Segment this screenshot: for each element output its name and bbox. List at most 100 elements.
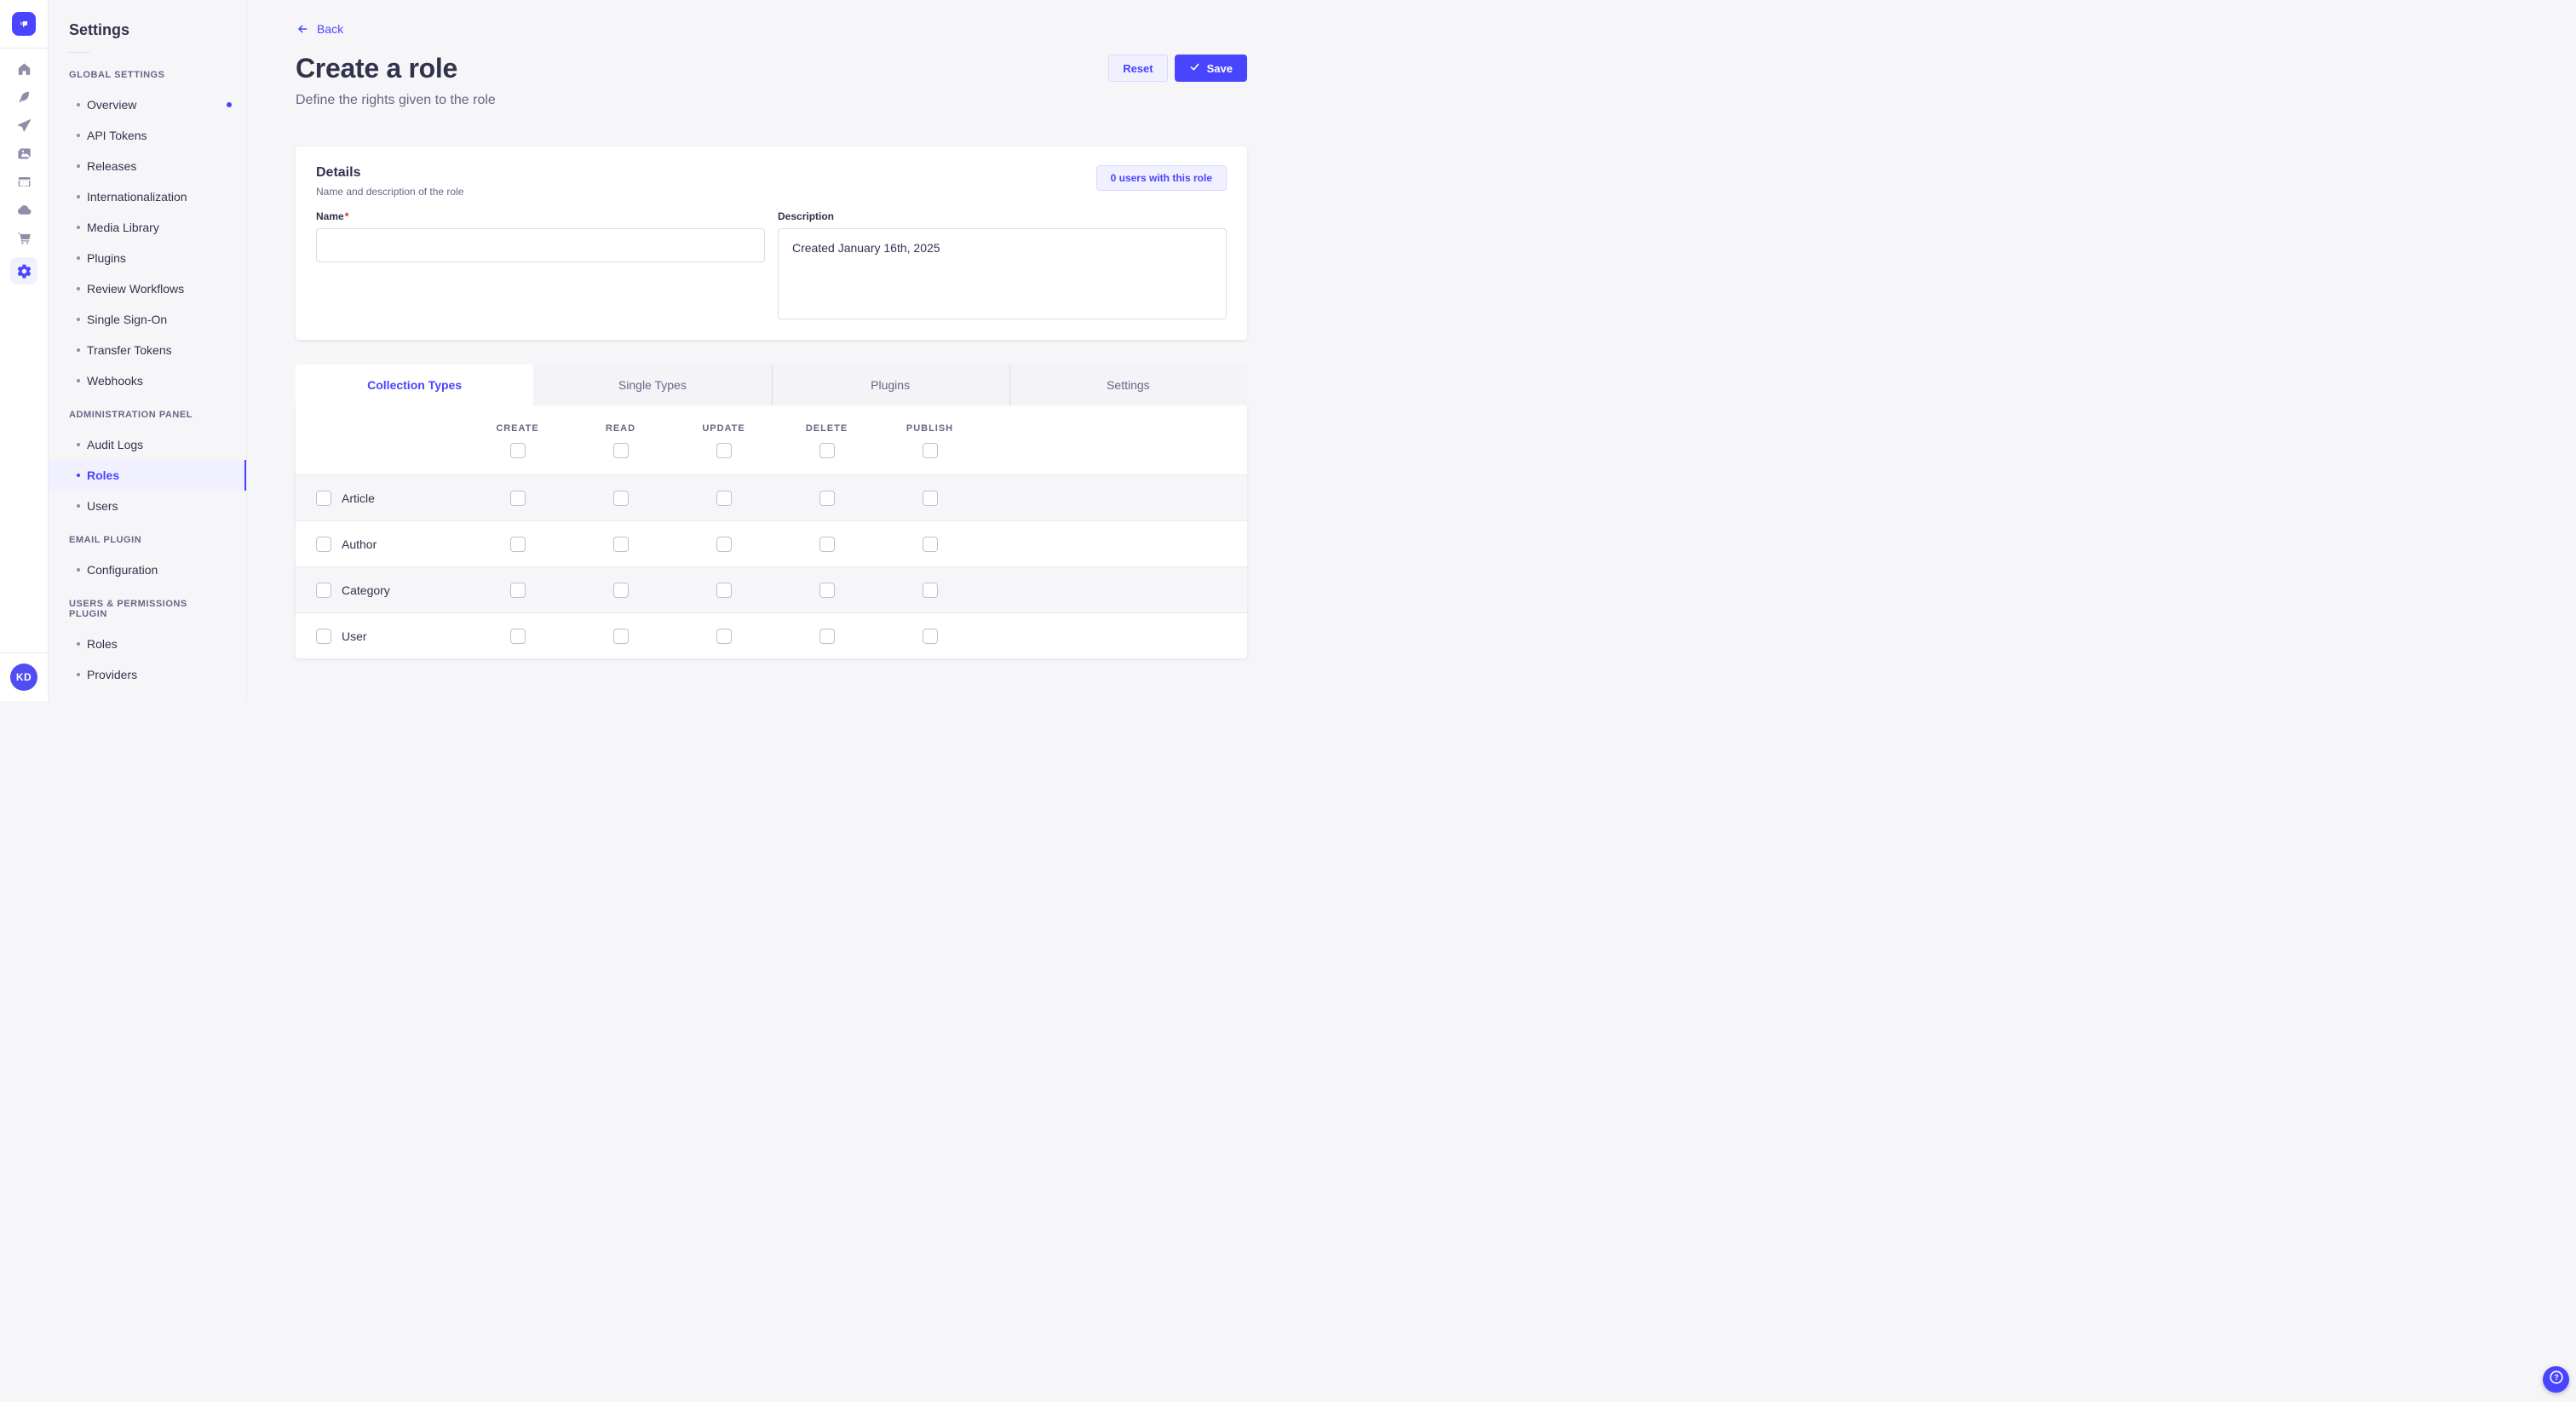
sidebar-item-label: Plugins [87,251,126,265]
row-article-select-checkbox[interactable] [316,491,331,506]
sidebar-item-configuration[interactable]: Configuration [49,554,246,585]
row-user-publish-checkbox[interactable] [923,629,938,644]
tab-single-types[interactable]: Single Types [533,365,771,405]
name-input[interactable] [316,228,765,262]
sidebar-item-webhooks[interactable]: Webhooks [49,365,246,396]
cloud-icon[interactable] [9,201,39,218]
row-article-delete-checkbox[interactable] [819,491,835,506]
column-header-read: READ [569,423,672,434]
bullet-icon [77,103,80,106]
tab-settings[interactable]: Settings [1009,365,1247,405]
column-header-delete: DELETE [775,423,878,434]
avatar[interactable]: KD [10,664,37,691]
sidebar-item-releases[interactable]: Releases [49,151,246,181]
sidebar-item-roles[interactable]: Roles [49,460,246,491]
row-name-cell: User [296,629,466,644]
sidebar-item-transfer-tokens[interactable]: Transfer Tokens [49,335,246,365]
tab-collection-types[interactable]: Collection Types [296,365,533,405]
help-button[interactable]: ? [2543,1366,2569,1393]
row-author-read-checkbox[interactable] [613,537,629,552]
row-user-delete-checkbox[interactable] [819,629,835,644]
sidebar-item-label: Users [87,499,118,513]
settings-subnav: Settings GLOBAL SETTINGSOverviewAPI Toke… [49,0,247,701]
sidebar-item-plugins[interactable]: Plugins [49,243,246,273]
sidebar-item-roles[interactable]: Roles [49,629,246,659]
sidebar-item-overview[interactable]: Overview [49,89,246,120]
table-row-article: Article [296,474,1247,520]
tab-plugins[interactable]: Plugins [772,365,1009,405]
select-all-update-checkbox[interactable] [716,443,732,458]
paper-plane-icon[interactable] [9,117,39,134]
permission-cell [466,537,569,552]
row-category-delete-checkbox[interactable] [819,583,835,598]
save-button[interactable]: Save [1175,55,1247,82]
page-subtitle: Define the rights given to the role [296,93,496,108]
permission-cell [775,629,878,644]
row-user-select-checkbox[interactable] [316,629,331,644]
layout-builder-icon[interactable] [9,173,39,190]
description-field-group: Description Created January 16th, 2025 [778,210,1227,319]
row-category-read-checkbox[interactable] [613,583,629,598]
back-link[interactable]: Back [296,22,343,36]
select-all-publish-checkbox[interactable] [923,443,938,458]
rail-user-section: KD [0,652,48,701]
permission-cell [672,583,775,598]
row-label: User [342,629,367,643]
permission-cell [775,491,878,506]
sidebar-item-review-workflows[interactable]: Review Workflows [49,273,246,304]
row-author-publish-checkbox[interactable] [923,537,938,552]
users-with-role-button[interactable]: 0 users with this role [1096,165,1227,191]
description-textarea[interactable]: Created January 16th, 2025 [778,228,1227,319]
select-all-create-checkbox[interactable] [510,443,526,458]
row-author-delete-checkbox[interactable] [819,537,835,552]
row-article-publish-checkbox[interactable] [923,491,938,506]
row-author-create-checkbox[interactable] [510,537,526,552]
sidebar-item-api-tokens[interactable]: API Tokens [49,120,246,151]
sidebar-item-providers[interactable]: Providers [49,659,246,690]
sidebar-item-single-sign-on[interactable]: Single Sign-On [49,304,246,335]
permission-cell [878,629,981,644]
media-library-icon[interactable] [9,145,39,162]
notification-dot [227,102,232,107]
bullet-icon [77,318,80,321]
row-article-read-checkbox[interactable] [613,491,629,506]
row-article-update-checkbox[interactable] [716,491,732,506]
sidebar-item-label: Transfer Tokens [87,343,172,357]
sidebar-item-users[interactable]: Users [49,491,246,521]
strapi-logo-icon[interactable] [12,12,36,36]
permission-cell [878,491,981,506]
sidebar-item-media-library[interactable]: Media Library [49,212,246,243]
name-label: Name [316,210,344,222]
logo-section [0,0,48,49]
subnav-title: Settings [69,21,226,39]
row-category-select-checkbox[interactable] [316,583,331,598]
row-user-update-checkbox[interactable] [716,629,732,644]
reset-button[interactable]: Reset [1108,55,1167,82]
select-all-delete-checkbox[interactable] [819,443,835,458]
settings-gear-icon[interactable] [10,257,37,284]
home-icon[interactable] [9,60,39,78]
row-author-update-checkbox[interactable] [716,537,732,552]
select-all-checkbox-row [296,434,1247,474]
select-all-read-checkbox[interactable] [613,443,629,458]
row-user-read-checkbox[interactable] [613,629,629,644]
row-category-update-checkbox[interactable] [716,583,732,598]
marketplace-cart-icon[interactable] [9,229,39,246]
sidebar-item-internationalization[interactable]: Internationalization [49,181,246,212]
question-mark-icon: ? [2548,1369,2565,1390]
permission-cell [878,537,981,552]
table-row-author: Author [296,520,1247,566]
permission-cell [775,583,878,598]
row-category-create-checkbox[interactable] [510,583,526,598]
sidebar-item-label: Roles [87,637,118,651]
row-article-create-checkbox[interactable] [510,491,526,506]
row-user-create-checkbox[interactable] [510,629,526,644]
sidebar-item-audit-logs[interactable]: Audit Logs [49,429,246,460]
row-category-publish-checkbox[interactable] [923,583,938,598]
feather-content-icon[interactable] [9,89,39,106]
row-author-select-checkbox[interactable] [316,537,331,552]
permission-cell [466,583,569,598]
permission-cell [569,537,672,552]
sidebar-item-label: Releases [87,159,136,173]
sidebar-item-label: Review Workflows [87,282,184,296]
